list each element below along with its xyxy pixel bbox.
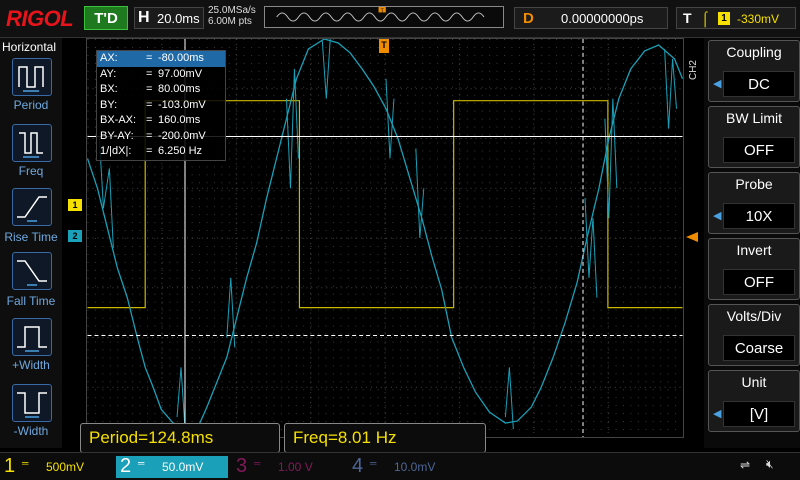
trigger-source-badge: 1 bbox=[718, 12, 730, 25]
unit-title: Unit bbox=[741, 374, 767, 390]
channel-4-button[interactable]: 4 ═ 10.0mV bbox=[348, 455, 460, 478]
channel-1-button[interactable]: 1 ═ 500mV bbox=[0, 455, 112, 478]
freq-measurement[interactable]: Freq=8.01 Hz bbox=[284, 423, 486, 453]
channel-number: 2 bbox=[120, 455, 132, 477]
trigger-status-badge: T'D bbox=[84, 6, 128, 30]
rising-edge-icon: ⌠ bbox=[701, 10, 710, 26]
ch2-offset-marker[interactable]: 2 bbox=[68, 230, 82, 242]
left-arrow-icon: ◀ bbox=[713, 210, 722, 222]
delay-box[interactable]: D 0.00000000ps bbox=[514, 7, 668, 29]
unit-tile[interactable]: Unit ◀ [V] bbox=[708, 370, 800, 432]
acquisition-info: 25.0MSa/s 6.00M pts bbox=[208, 5, 256, 27]
rise-time-label: Rise Time bbox=[4, 230, 58, 244]
cursor-row-dx: BX-AX: = 160.0ms bbox=[100, 114, 201, 126]
invert-tile[interactable]: Invert OFF bbox=[708, 238, 800, 300]
ch1-marker-label: 1 bbox=[72, 200, 78, 210]
timebase-value: 20.0ms bbox=[157, 11, 200, 26]
bw-limit-title: BW Limit bbox=[726, 110, 782, 126]
dc-coupling-icon: ═ bbox=[254, 458, 261, 468]
channel-3-button[interactable]: 3 ═ 1.00 V bbox=[232, 455, 344, 478]
trigger-box[interactable]: T ⌠ 1 -330mV bbox=[676, 7, 796, 29]
volts-div-tile[interactable]: Volts/Div Coarse bbox=[708, 304, 800, 366]
rise-time-icon bbox=[17, 196, 47, 222]
system-status-icons: ⇌ 🔇︎ bbox=[706, 456, 800, 478]
freq-button[interactable] bbox=[12, 124, 52, 162]
pos-width-button[interactable] bbox=[12, 318, 52, 356]
fall-time-icon bbox=[17, 260, 47, 286]
rigol-logo: RIGOL bbox=[6, 6, 74, 31]
coupling-tile[interactable]: Coupling ◀ DC bbox=[708, 40, 800, 102]
fall-time-label: Fall Time bbox=[6, 294, 56, 308]
channel-scale: 50.0mV bbox=[162, 460, 204, 474]
dc-coupling-icon: ═ bbox=[22, 458, 29, 468]
ch2-marker-label: 2 bbox=[72, 231, 78, 241]
invert-value: OFF bbox=[723, 269, 795, 295]
pos-width-label: +Width bbox=[12, 358, 50, 372]
waveform-overview[interactable]: T bbox=[264, 6, 504, 28]
coupling-title: Coupling bbox=[726, 44, 782, 60]
freq-icon bbox=[19, 132, 43, 158]
usb-icon: ⇌ bbox=[740, 458, 751, 472]
cursor-row-dy: BY-AY: = -200.0mV bbox=[100, 129, 206, 142]
volts-div-value: Coarse bbox=[723, 335, 795, 361]
cursor-row-by: BY: = -103.0mV bbox=[100, 98, 206, 111]
left-arrow-icon: ◀ bbox=[713, 78, 722, 90]
channel-bar: 1 ═ 500mV 2 ═ 50.0mV 3 ═ 1.00 V 4 ═ 10.0… bbox=[0, 452, 800, 480]
channel-menu: Coupling ◀ DC BW Limit OFF Probe ◀ 10X Invert… bbox=[704, 38, 800, 448]
trigger-pos-label: T bbox=[381, 40, 387, 50]
horizontal-label: H bbox=[138, 9, 150, 26]
cursor-row-inv-dx: 1/|dX|: = 6.250 Hz bbox=[100, 145, 203, 157]
trigger-label: T bbox=[683, 10, 692, 26]
trigger-position-marker[interactable]: T bbox=[379, 39, 389, 53]
pos-width-icon bbox=[17, 326, 47, 352]
cursor-row-ax[interactable]: AX: = -80.00ms bbox=[97, 51, 225, 67]
channel-number: 1 bbox=[4, 455, 16, 477]
channel-2-button[interactable]: 2 ═ 50.0mV bbox=[116, 455, 228, 478]
neg-width-label: -Width bbox=[13, 424, 49, 438]
ch2-menu-tag: CH2 bbox=[688, 60, 699, 81]
period-icon bbox=[18, 66, 44, 92]
speaker-muted-icon[interactable]: 🔇︎ bbox=[766, 457, 774, 472]
cursor-readout-table: AX: = -80.00ms AY: = 97.00mV BX: = 80.00ms BY:… bbox=[96, 50, 226, 161]
period-measurement[interactable]: Period=124.8ms bbox=[80, 423, 280, 453]
bw-limit-value: OFF bbox=[723, 137, 795, 163]
cursor-row-bx: BX: = 80.00ms bbox=[100, 83, 201, 95]
left-arrow-icon: ◀ bbox=[713, 408, 722, 420]
channel-number: 4 bbox=[352, 455, 364, 477]
probe-tile[interactable]: Probe ◀ 10X bbox=[708, 172, 800, 234]
bw-limit-tile[interactable]: BW Limit OFF bbox=[708, 106, 800, 168]
invert-title: Invert bbox=[736, 242, 772, 258]
dc-coupling-icon: ═ bbox=[138, 458, 145, 468]
sample-rate: 25.0MSa/s bbox=[208, 5, 256, 16]
fall-time-button[interactable] bbox=[12, 252, 52, 290]
neg-width-icon bbox=[17, 392, 47, 418]
period-label: Period bbox=[13, 98, 49, 112]
coupling-value: DC bbox=[723, 71, 795, 97]
delay-value: 0.00000000ps bbox=[561, 11, 644, 26]
panel-header: Horizontal bbox=[2, 40, 57, 54]
channel-number: 3 bbox=[236, 455, 248, 477]
channel-scale: 1.00 V bbox=[278, 460, 313, 474]
probe-title: Probe bbox=[735, 176, 773, 192]
period-button[interactable] bbox=[12, 58, 52, 96]
neg-width-button[interactable] bbox=[12, 384, 52, 422]
delay-label: D bbox=[523, 10, 534, 27]
probe-value: 10X bbox=[723, 203, 795, 229]
memory-depth: 6.00M pts bbox=[208, 16, 252, 27]
dc-coupling-icon: ═ bbox=[370, 458, 377, 468]
unit-value: [V] bbox=[723, 401, 795, 427]
ch1-offset-marker[interactable]: 1 bbox=[68, 199, 82, 211]
status-bar: RIGOL T'D H 20.0ms 25.0MSa/s 6.00M pts T… bbox=[0, 0, 800, 38]
volts-div-title: Volts/Div bbox=[726, 308, 782, 324]
trigger-level-marker[interactable] bbox=[686, 232, 698, 242]
rise-time-button[interactable] bbox=[12, 188, 52, 226]
trigger-level: -330mV bbox=[737, 12, 780, 26]
freq-label: Freq bbox=[18, 164, 44, 178]
channel-scale: 10.0mV bbox=[394, 460, 436, 474]
horizontal-measure-panel: Horizontal Period Freq Rise Time Fall Ti… bbox=[0, 38, 62, 448]
channel-scale: 500mV bbox=[46, 460, 85, 474]
timebase-box[interactable]: H 20.0ms bbox=[134, 7, 204, 29]
cursor-row-ay: AY: = 97.00mV bbox=[100, 67, 203, 80]
